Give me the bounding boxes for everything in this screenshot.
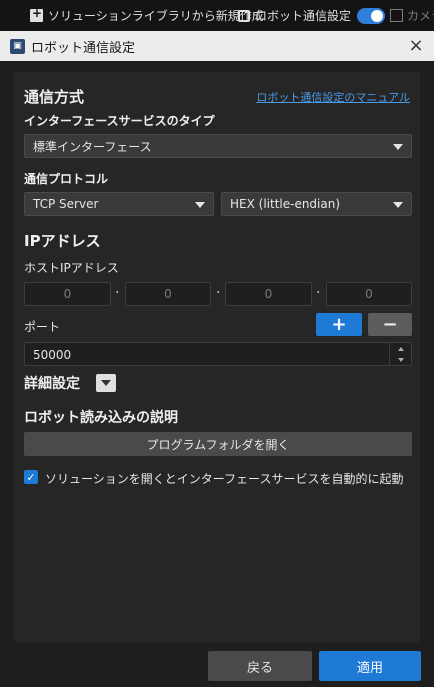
- port-spinbox[interactable]: 50000: [24, 342, 412, 366]
- ip-separator: ·: [115, 285, 120, 301]
- remove-port-button[interactable]: −: [368, 313, 412, 336]
- robot-comm-toolbar-label: ロボット通信設定: [255, 9, 352, 23]
- dialog-title: ロボット通信設定: [31, 40, 136, 56]
- port-value: 50000: [33, 348, 72, 362]
- add-port-button[interactable]: +: [316, 313, 362, 336]
- settings-panel: 通信方式 ロボット通信設定のマニュアル インターフェースサービスのタイプ 標準イ…: [14, 72, 420, 642]
- robot-icon: [238, 9, 250, 22]
- interface-type-select[interactable]: 標準インターフェース: [24, 134, 412, 158]
- encoding-select[interactable]: HEX (little-endian): [221, 192, 412, 216]
- chevron-down-icon: [393, 144, 403, 150]
- robot-comm-toggle[interactable]: [357, 7, 386, 24]
- camera-toolbar-item[interactable]: カメラ: [390, 0, 434, 31]
- new-from-library-button[interactable]: ソリューションライブラリから新規作成: [30, 0, 264, 31]
- back-button[interactable]: 戻る: [208, 651, 312, 681]
- app-toolbar: ソリューションライブラリから新規作成 ロボット通信設定 カメラ: [0, 0, 434, 31]
- ip-octet-3[interactable]: 0: [225, 282, 312, 306]
- robot-comm-dialog: ▣ ロボット通信設定 × 通信方式 ロボット通信設定のマニュアル インターフェー…: [0, 31, 434, 687]
- manual-link[interactable]: ロボット通信設定のマニュアル: [256, 89, 410, 105]
- new-file-icon: [30, 6, 43, 22]
- chevron-down-icon: [195, 202, 205, 208]
- spin-down-icon[interactable]: [390, 354, 412, 365]
- encoding-value: HEX (little-endian): [230, 197, 341, 211]
- advanced-settings-label: 詳細設定: [24, 376, 80, 392]
- camera-toolbar-label: カメラ: [407, 9, 434, 23]
- ip-address-heading: IPアドレス: [24, 232, 101, 250]
- open-program-folder-button[interactable]: プログラムフォルダを開く: [24, 432, 412, 456]
- close-button[interactable]: ×: [406, 36, 426, 56]
- dialog-titlebar: ▣ ロボット通信設定 ×: [0, 31, 434, 61]
- chevron-down-icon: [393, 202, 403, 208]
- new-from-library-label: ソリューションライブラリから新規作成: [48, 9, 264, 23]
- interface-type-label: インターフェースサービスのタイプ: [24, 114, 215, 128]
- protocol-value: TCP Server: [33, 197, 99, 211]
- robot-load-heading: ロボット読み込みの説明: [24, 410, 178, 426]
- advanced-expand-button[interactable]: [96, 374, 116, 392]
- ip-octet-2[interactable]: 0: [125, 282, 211, 306]
- robot-comm-toolbar-item[interactable]: ロボット通信設定: [238, 0, 386, 31]
- ip-octet-4[interactable]: 0: [326, 282, 412, 306]
- app-logo-icon: ▣: [10, 38, 25, 54]
- ip-octet-1[interactable]: 0: [24, 282, 111, 306]
- ip-separator: ·: [316, 285, 321, 301]
- spin-up-icon[interactable]: [390, 343, 412, 354]
- ip-separator: ·: [216, 285, 221, 301]
- interface-type-value: 標準インターフェース: [33, 139, 152, 154]
- protocol-label: 通信プロトコル: [24, 172, 109, 186]
- port-spin-buttons: [389, 343, 411, 365]
- comm-method-heading: 通信方式: [24, 88, 85, 106]
- protocol-select[interactable]: TCP Server: [24, 192, 214, 216]
- host-ip-label: ホストIPアドレス: [24, 261, 119, 275]
- auto-start-checkbox[interactable]: ✓: [24, 470, 38, 484]
- port-label: ポート: [24, 320, 61, 334]
- apply-button[interactable]: 適用: [319, 651, 421, 681]
- auto-start-label: ソリューションを開くとインターフェースサービスを自動的に起動: [45, 472, 404, 486]
- camera-icon: [390, 9, 403, 22]
